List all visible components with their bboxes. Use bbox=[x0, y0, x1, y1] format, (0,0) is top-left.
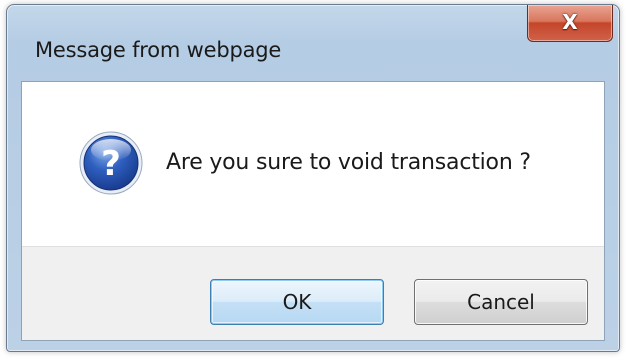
message-dialog: Message from webpage X ? Are you sure to… bbox=[6, 4, 620, 352]
cancel-button[interactable]: Cancel bbox=[414, 279, 588, 325]
message-area: ? Are you sure to void transaction ? bbox=[22, 82, 604, 246]
close-icon: X bbox=[562, 10, 578, 34]
question-icon: ? bbox=[79, 131, 143, 195]
button-bar: OK Cancel bbox=[22, 246, 604, 340]
title-bar[interactable]: Message from webpage X bbox=[7, 5, 619, 85]
dialog-body: ? Are you sure to void transaction ? OK … bbox=[21, 81, 605, 341]
close-button[interactable]: X bbox=[527, 5, 613, 42]
svg-text:?: ? bbox=[101, 144, 121, 184]
ok-button[interactable]: OK bbox=[210, 279, 384, 325]
message-text: Are you sure to void transaction ? bbox=[166, 150, 531, 175]
dialog-title: Message from webpage bbox=[35, 38, 282, 62]
